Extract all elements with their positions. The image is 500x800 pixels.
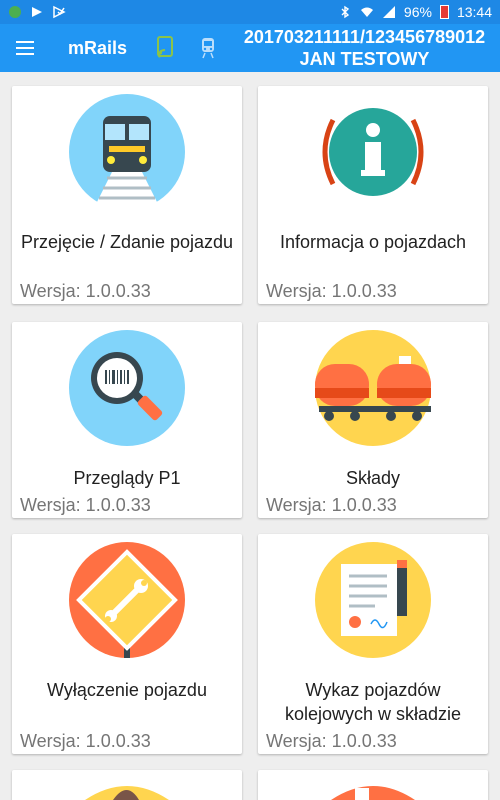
tile-vehicle-info[interactable]: Informacja o pojazdach Wersja: 1.0.0.33	[258, 86, 488, 304]
partial-tile-icon	[331, 786, 415, 800]
train-icon	[69, 94, 185, 210]
tile-partial-right[interactable]	[258, 770, 488, 800]
app-title: mRails	[68, 37, 128, 58]
tile-vehicle-takeover[interactable]: Przejęcie / Zdanie pojazdu Wersja: 1.0.0…	[12, 86, 242, 304]
menu-button[interactable]	[0, 24, 50, 72]
tank-wagon-icon	[315, 330, 431, 446]
tile-label: Przeglądy P1	[73, 468, 181, 488]
partial-tile-icon	[85, 786, 169, 800]
clock: 13:44	[456, 4, 492, 20]
tile-version: Wersja: 1.0.0.33	[266, 731, 397, 751]
tile-railway-vehicle-list[interactable]: Wykaz pojazdów kolejowych w składzie Wer…	[258, 534, 488, 754]
tile-version: Wersja: 1.0.0.33	[20, 495, 151, 515]
tile-vehicle-shutdown[interactable]: Wyłączenie pojazdu Wersja: 1.0.0.33	[12, 534, 242, 754]
cast-device-icon	[157, 36, 174, 58]
app-notification-icon	[9, 6, 21, 18]
signal-icon	[382, 6, 395, 18]
tile-train-sets[interactable]: Składy Wersja: 1.0.0.33	[258, 322, 488, 518]
play-check-icon	[53, 5, 66, 19]
tile-version: Wersja: 1.0.0.33	[266, 281, 397, 301]
hamburger-icon	[16, 41, 34, 55]
battery-percent: 96%	[403, 4, 432, 20]
document-pen-icon	[315, 542, 431, 658]
bluetooth-icon	[341, 5, 350, 19]
train-small-icon	[202, 38, 215, 59]
user-info: 201703211111/123456789012 JAN TESTOWY	[229, 26, 500, 70]
tile-label: Przejęcie / Zdanie pojazdu	[20, 232, 234, 252]
tile-label: Informacja o pojazdach	[279, 232, 467, 252]
connection-button[interactable]	[153, 35, 179, 61]
user-id: 201703211111/123456789012	[243, 27, 486, 47]
status-left	[8, 5, 66, 19]
battery-icon	[439, 5, 449, 19]
vehicle-button[interactable]	[195, 35, 221, 61]
tile-inspections-p1[interactable]: Przeglądy P1 Wersja: 1.0.0.33	[12, 322, 242, 518]
info-icon	[315, 94, 431, 210]
tile-partial-left[interactable]	[12, 770, 242, 800]
tile-version: Wersja: 1.0.0.33	[266, 495, 397, 515]
tile-label: Składy	[345, 468, 401, 488]
barcode-magnifier-icon	[69, 330, 185, 446]
tile-version: Wersja: 1.0.0.33	[20, 281, 151, 301]
status-bar: 96% 13:44	[0, 0, 500, 24]
wifi-icon	[360, 7, 373, 17]
app-bar: mRails 201703211111/123456789012 JAN TES…	[0, 24, 500, 72]
tile-label: Wyłączenie pojazdu	[47, 680, 207, 700]
status-right: 96% 13:44	[338, 4, 492, 20]
tile-version: Wersja: 1.0.0.33	[20, 731, 151, 751]
user-name: JAN TESTOWY	[299, 49, 430, 69]
tile-label: Wykaz pojazdów kolejowych w składzie	[284, 680, 462, 724]
play-store-icon	[32, 7, 42, 17]
wrench-sign-icon	[69, 542, 185, 658]
